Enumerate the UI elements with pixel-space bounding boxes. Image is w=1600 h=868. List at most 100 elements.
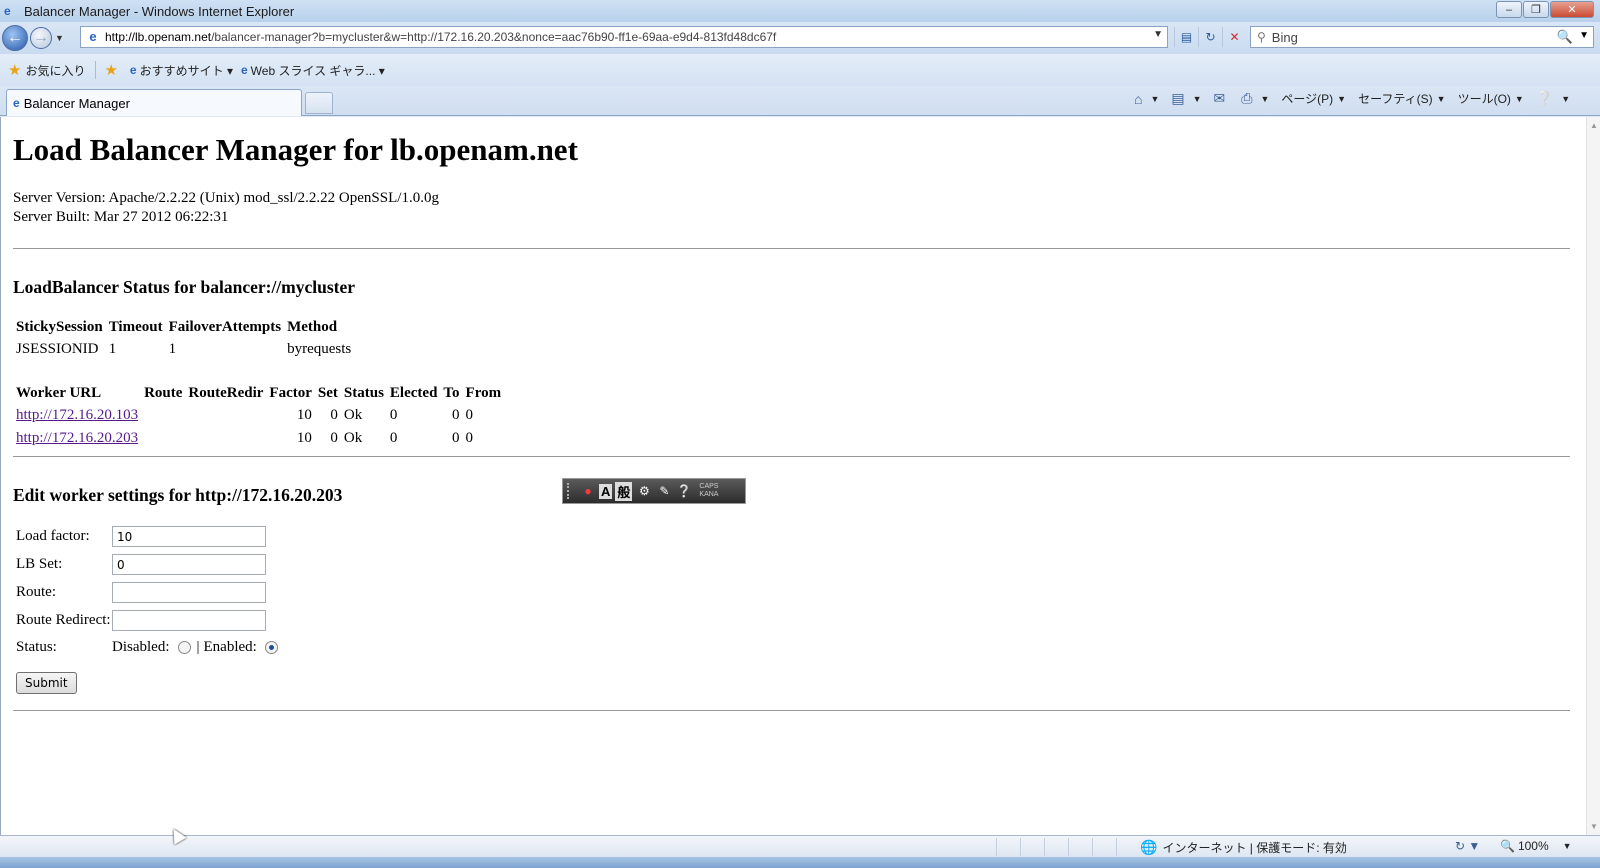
- mail-button[interactable]: ✉: [1214, 90, 1230, 107]
- route-input[interactable]: [112, 582, 266, 603]
- help-button[interactable]: ❔ ▼: [1536, 90, 1570, 107]
- security-zone[interactable]: 🌐 インターネット | 保護モード: 有効: [1140, 839, 1347, 856]
- vertical-scrollbar[interactable]: ▲ ▼: [1586, 117, 1600, 835]
- window-title: Balancer Manager - Windows Internet Expl…: [24, 3, 295, 19]
- divider: [13, 248, 1570, 249]
- table-cell: 1: [108, 341, 117, 357]
- submit-button[interactable]: Submit: [16, 672, 77, 694]
- route-redirect-input[interactable]: [112, 610, 266, 631]
- history-dropdown-icon[interactable]: ▼: [55, 33, 64, 43]
- divider: [13, 456, 1570, 457]
- forward-button[interactable]: →: [30, 27, 52, 49]
- tools-menu[interactable]: ツール(O) ▼: [1458, 90, 1524, 107]
- ie-page-icon: e: [13, 96, 20, 110]
- column-header: Elected: [389, 384, 438, 401]
- table-cell: Ok: [343, 430, 363, 446]
- table-cell: byrequests: [287, 341, 352, 357]
- search-dropdown-icon[interactable]: ▼: [1579, 30, 1589, 41]
- compatibility-view-icon[interactable]: ▤: [1174, 27, 1198, 47]
- rss-icon: ▤: [1171, 90, 1185, 106]
- new-tab-button[interactable]: [305, 92, 333, 114]
- lb-set-row: LB Set:: [16, 554, 266, 575]
- column-header: Factor: [269, 384, 312, 401]
- home-icon: ⌂: [1134, 90, 1143, 107]
- address-bar[interactable]: e http://lb.openam.net/balancer-manager?…: [80, 26, 1168, 48]
- route-redirect-row: Route Redirect:: [16, 610, 266, 631]
- enabled-radio[interactable]: [264, 641, 278, 654]
- caps-kana-indicator: CAPS KANA: [699, 483, 719, 498]
- column-header: Timeout: [108, 318, 163, 335]
- window-titlebar: e Balancer Manager - Windows Internet Ex…: [0, 0, 1600, 22]
- ime-tools-icon[interactable]: ⚙: [635, 482, 653, 500]
- star-icon: ★: [8, 62, 22, 79]
- windows-taskbar: [0, 857, 1600, 868]
- home-button[interactable]: ⌂ ▼: [1134, 91, 1159, 107]
- address-url[interactable]: http://lb.openam.net/balancer-manager?b=…: [105, 30, 776, 44]
- stop-icon[interactable]: ✕: [1222, 27, 1246, 47]
- close-window-button[interactable]: ✕: [1550, 1, 1594, 18]
- table-cell: 0: [452, 407, 460, 423]
- ime-dictionary-icon[interactable]: ✎: [655, 482, 673, 500]
- server-info: Server Version: Apache/2.2.22 (Unix) mod…: [13, 189, 439, 227]
- ime-language-bar[interactable]: ● A 般 ⚙ ✎ ❔ CAPS KANA: [562, 478, 746, 504]
- conversion-mode-indicator[interactable]: 般: [615, 481, 633, 501]
- divider: [1044, 838, 1045, 856]
- lb-set-label: LB Set:: [16, 556, 63, 572]
- feeds-button[interactable]: ▤ ▼: [1171, 90, 1201, 107]
- column-header: To: [443, 384, 460, 401]
- grip-handle[interactable]: [567, 483, 575, 499]
- address-dropdown-icon[interactable]: ▼: [1153, 29, 1163, 40]
- table-cell: [185, 427, 266, 450]
- disabled-radio[interactable]: [177, 641, 191, 654]
- divider: [1116, 838, 1117, 856]
- enabled-label: Enabled:: [203, 639, 257, 655]
- route-label: Route:: [16, 584, 56, 600]
- minimize-button[interactable]: –: [1496, 1, 1522, 18]
- worker-link[interactable]: http://172.16.20.103: [16, 407, 138, 423]
- search-box[interactable]: ⚲ Bing 🔍 ▼: [1250, 26, 1594, 48]
- page-menu[interactable]: ページ(P) ▼: [1281, 90, 1346, 107]
- scroll-down-icon[interactable]: ▼: [1590, 822, 1598, 831]
- restore-button[interactable]: ❐: [1523, 1, 1549, 18]
- column-header: Status: [343, 384, 384, 401]
- column-header: Worker URL: [16, 384, 102, 401]
- worker-link-cell: http://172.16.20.203: [13, 427, 141, 450]
- status-separator: |: [196, 639, 200, 655]
- favorite-link-suggested-sites[interactable]: e おすすめサイト ▾: [130, 62, 233, 79]
- refresh-icon[interactable]: ↻: [1198, 27, 1222, 47]
- table-row: JSESSIONID 1 1 byrequests: [13, 338, 354, 361]
- worker-link[interactable]: http://172.16.20.203: [16, 430, 138, 446]
- zoom-control[interactable]: 🔍 100% ▼: [1500, 839, 1572, 853]
- scroll-up-icon[interactable]: ▲: [1590, 121, 1598, 130]
- table-row: http://172.16.20.103 10 0 Ok 0 0 0: [13, 404, 504, 427]
- status-row: Status: Disabled: | Enabled:: [16, 639, 284, 656]
- table-cell: 0: [465, 407, 474, 423]
- column-header: Set: [317, 384, 338, 401]
- table-cell: [141, 427, 185, 450]
- favorite-link-web-slice-gallery[interactable]: e Web スライス ギャラ... ▾: [241, 62, 385, 79]
- ime-pad-icon[interactable]: ●: [579, 482, 597, 500]
- help-icon: ❔: [1535, 90, 1554, 106]
- protected-mode-icon[interactable]: ↻ ▼: [1455, 839, 1480, 853]
- navigation-bar: ← → ▼ e http://lb.openam.net/balancer-ma…: [0, 22, 1600, 54]
- tab-row: e Balancer Manager ⌂ ▼ ▤ ▼ ✉ ⎙ ▼ ページ(P) ▼ セー…: [0, 86, 1600, 116]
- safety-menu[interactable]: セーフティ(S) ▼: [1358, 90, 1445, 107]
- favorites-button[interactable]: ★ お気に入り: [8, 61, 85, 79]
- tab-balancer-manager[interactable]: e Balancer Manager: [6, 89, 302, 116]
- table-cell: 0: [330, 407, 338, 423]
- add-favorite-button[interactable]: ★: [104, 61, 121, 79]
- search-input[interactable]: Bing: [1272, 30, 1298, 45]
- zoom-dropdown-icon[interactable]: ▼: [1563, 841, 1572, 851]
- help-icon[interactable]: ❔: [675, 482, 693, 500]
- printer-icon: ⎙: [1241, 90, 1253, 106]
- status-label: Status:: [16, 639, 57, 655]
- lb-set-input[interactable]: [112, 554, 266, 575]
- search-icon[interactable]: 🔍: [1557, 29, 1573, 45]
- back-button[interactable]: ←: [2, 25, 28, 51]
- load-factor-input[interactable]: [112, 526, 266, 547]
- input-mode-indicator[interactable]: A: [599, 483, 613, 499]
- globe-icon: 🌐: [1140, 839, 1158, 855]
- disabled-label: Disabled:: [112, 639, 170, 655]
- print-button[interactable]: ⎙ ▼: [1241, 90, 1269, 107]
- column-header: Route: [144, 384, 183, 401]
